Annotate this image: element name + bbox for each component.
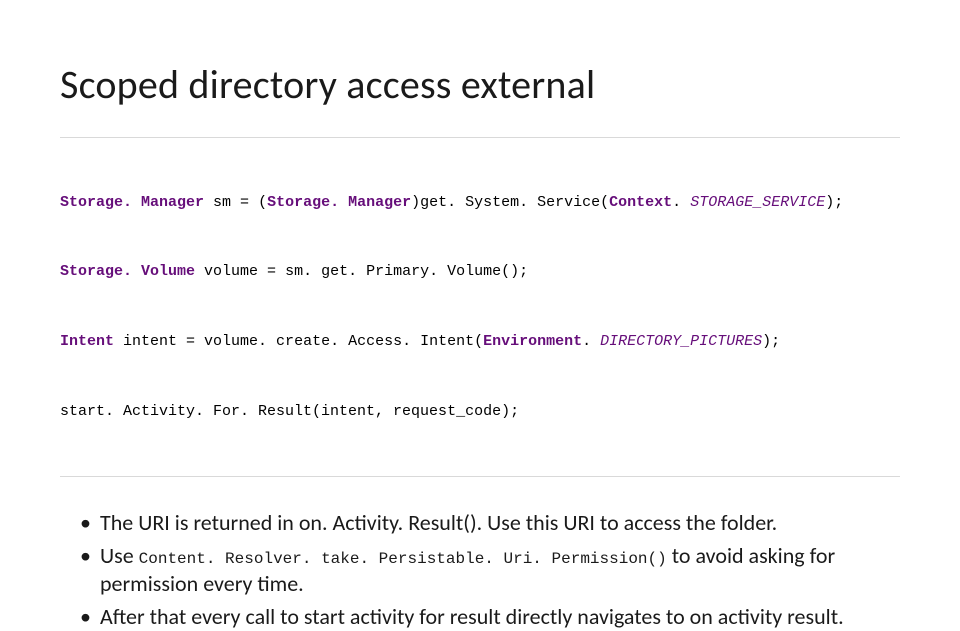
- bullet-text-pre: Use: [100, 542, 139, 569]
- code-token: .: [582, 333, 600, 350]
- code-token: );: [825, 194, 843, 211]
- code-token: =: [267, 263, 276, 280]
- inline-code: Content. Resolver. take. Persistable. Ur…: [139, 550, 667, 568]
- code-line-2: Intent intent = volume. create. Access. …: [60, 330, 900, 353]
- code-token: start. Activity. For. Result(intent, req…: [60, 403, 519, 420]
- code-token: Storage. Manager: [60, 194, 204, 211]
- code-token: (: [249, 194, 267, 211]
- code-token: Environment: [483, 333, 582, 350]
- bullet-item-2: After that every call to start activity …: [80, 603, 900, 631]
- bullet-text: After that every call to start activity …: [100, 603, 844, 630]
- code-token: intent: [114, 333, 186, 350]
- code-token: Storage. Volume: [60, 263, 195, 280]
- code-token: STORAGE_SERVICE: [690, 194, 825, 211]
- code-line-3: start. Activity. For. Result(intent, req…: [60, 400, 900, 423]
- code-line-0: Storage. Manager sm = (Storage. Manager)…: [60, 191, 900, 214]
- bullet-item-0: The URI is returned in on. Activity. Res…: [80, 509, 900, 537]
- bullet-list: The URI is returned in on. Activity. Res…: [80, 509, 900, 631]
- code-token: =: [240, 194, 249, 211]
- code-token: volume: [195, 263, 267, 280]
- code-token: =: [186, 333, 195, 350]
- bullet-item-1: Use Content. Resolver. take. Persistable…: [80, 542, 900, 597]
- code-token: Storage. Manager: [267, 194, 411, 211]
- code-token: )get. System. Service(: [411, 194, 609, 211]
- code-token: .: [672, 194, 690, 211]
- code-line-1: Storage. Volume volume = sm. get. Primar…: [60, 260, 900, 283]
- code-token: );: [762, 333, 780, 350]
- slide-title: Scoped directory access external: [60, 60, 900, 109]
- bullet-text: The URI is returned in on. Activity. Res…: [100, 509, 777, 536]
- code-token: sm: [204, 194, 240, 211]
- code-block: Storage. Manager sm = (Storage. Manager)…: [60, 137, 900, 477]
- code-token: Intent: [60, 333, 114, 350]
- code-token: sm. get. Primary. Volume();: [276, 263, 528, 280]
- code-token: DIRECTORY_PICTURES: [600, 333, 762, 350]
- slide: Scoped directory access external Storage…: [0, 0, 960, 540]
- code-token: volume. create. Access. Intent(: [195, 333, 483, 350]
- code-token: Context: [609, 194, 672, 211]
